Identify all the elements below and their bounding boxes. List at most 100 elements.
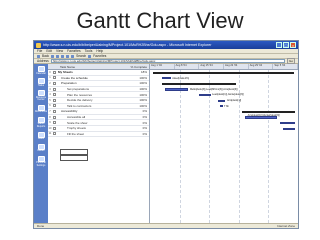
search-button[interactable]: Search — [76, 54, 86, 58]
maximize-button[interactable]: □ — [283, 42, 289, 48]
row-id: 0 — [49, 70, 51, 74]
page-content: Calendar Tasks Resource Center Documents Sta… — [34, 64, 298, 223]
row-checkbox[interactable] — [53, 87, 56, 91]
task-name-cell[interactable]: Set preparations — [57, 87, 129, 91]
nav-item-label: Personal Settings — [36, 161, 46, 167]
nav-item-resource-center[interactable]: Resource Center — [36, 90, 46, 102]
favorites-button[interactable]: Favorites — [93, 54, 106, 58]
percent-complete-cell[interactable]: 0% — [129, 121, 149, 125]
task-name-cell[interactable]: Create the schedule — [57, 76, 129, 80]
task-name-cell[interactable]: Accessibility — [57, 109, 129, 113]
bar-label: Leek[desk[1]],Jamie[desk[3]] — [212, 93, 244, 97]
row-checkbox[interactable] — [53, 132, 56, 136]
row-checkbox[interactable] — [53, 98, 56, 102]
task-name-cell[interactable]: Accessible all — [57, 115, 129, 119]
row-checkbox[interactable] — [53, 126, 56, 130]
menu-tools[interactable]: Tools — [85, 49, 93, 53]
status-text: Done — [37, 224, 45, 228]
minimize-button[interactable]: _ — [276, 42, 282, 48]
row-checkbox[interactable] — [53, 121, 56, 125]
task-bar[interactable] — [280, 121, 296, 125]
grid-empty-area — [48, 137, 149, 223]
timescale-column: Aug 22 '04 — [224, 64, 249, 69]
row-checkbox[interactable] — [53, 115, 56, 119]
empty-cell-box[interactable] — [60, 155, 88, 162]
row-checkbox[interactable] — [53, 81, 56, 85]
back-button[interactable]: Back — [42, 54, 49, 58]
row-id: 3 — [49, 87, 51, 91]
grid-rows: 0 My Sheets 18% 1 Create the schedule 100% 2 Pr… — [48, 70, 149, 138]
nav-item-tasks[interactable]: Tasks — [36, 78, 46, 87]
row-id: 6 — [49, 104, 51, 108]
percent-complete-cell[interactable]: 100% — [129, 98, 149, 102]
task-bar[interactable] — [161, 77, 171, 80]
bar-label: Arra[desk[1]] — [226, 99, 242, 102]
nav-item-calendar[interactable]: Calendar — [36, 66, 46, 75]
summary-bar[interactable] — [152, 71, 294, 74]
stop-icon[interactable] — [56, 54, 60, 58]
menu-help[interactable]: Help — [96, 49, 103, 53]
forward-icon[interactable] — [51, 54, 55, 58]
close-button[interactable]: × — [290, 42, 296, 48]
task-name-cell[interactable]: Fill the sheet — [57, 132, 129, 136]
percent-complete-cell[interactable]: 0% — [129, 132, 149, 136]
task-bar[interactable] — [164, 88, 189, 91]
row-id: 1 — [49, 76, 51, 80]
nav-item-label: Calendar — [36, 71, 46, 75]
summary-bar[interactable] — [161, 83, 236, 85]
gantt-chart: Aug 1 '04 Aug 8 '04 Aug 15 '04 Aug 22 '04 Au… — [150, 64, 298, 223]
percent-complete-cell[interactable]: 100% — [129, 81, 149, 85]
nav-item-issues[interactable]: Issues — [36, 143, 46, 153]
percent-complete-cell[interactable]: 18% — [129, 70, 149, 74]
home-icon[interactable] — [66, 54, 70, 58]
timescale-column: Sep 5 '04 — [273, 64, 298, 69]
row-checkbox[interactable] — [53, 93, 56, 97]
search-icon[interactable] — [71, 54, 75, 58]
percent-complete-cell[interactable]: 0% — [129, 109, 149, 113]
row-checkbox[interactable] — [53, 76, 56, 80]
header-percent-complete[interactable]: % Complete — [127, 65, 149, 69]
menu-favorites[interactable]: Favorites — [67, 49, 81, 53]
timescale-column: Aug 15 '04 — [199, 64, 225, 69]
task-name-cell[interactable]: Trophy sheets — [57, 126, 129, 130]
task-bar[interactable] — [219, 105, 223, 108]
address-input[interactable]: http://www.s.n.uis.edu/b/b/beiperiUalnin… — [50, 59, 285, 63]
percent-complete-cell[interactable]: 100% — [129, 93, 149, 97]
task-name-cell[interactable]: Scale the show — [57, 121, 129, 125]
week-gridline — [268, 70, 270, 223]
menu-file[interactable]: File — [37, 49, 42, 53]
refresh-icon[interactable] — [61, 54, 65, 58]
nav-item-risks[interactable]: Risks — [36, 131, 46, 141]
favorites-icon[interactable] — [88, 54, 92, 58]
nav-item-status-reports[interactable]: Status Reports — [36, 116, 46, 129]
bar-label: Mello[desk[3]],Leek[Mfrms[3]],Arra[desk[… — [189, 87, 238, 91]
nav-item-documents[interactable]: Documents — [35, 104, 47, 114]
task-bar[interactable] — [283, 127, 296, 130]
task-bar[interactable] — [198, 93, 211, 97]
header-task-name[interactable]: Task Name — [58, 65, 127, 69]
row-id: 5 — [49, 98, 51, 102]
row-checkbox[interactable] — [53, 104, 56, 108]
task-bar[interactable] — [218, 99, 226, 102]
row-checkbox[interactable] — [53, 70, 56, 74]
task-name-cell[interactable]: Decide the delivery — [57, 98, 129, 102]
timescale-column: Aug 29 '04 — [249, 64, 274, 69]
percent-complete-cell[interactable]: 100% — [129, 104, 149, 108]
task-name-cell[interactable]: Plan the resources — [57, 93, 129, 97]
row-checkbox[interactable] — [53, 109, 56, 113]
percent-complete-cell[interactable]: 0% — [129, 126, 149, 130]
back-icon[interactable] — [37, 54, 40, 58]
menu-edit[interactable]: Edit — [46, 49, 52, 53]
task-name-cell[interactable]: My Sheets — [57, 70, 129, 74]
percent-complete-cell[interactable]: 0% — [129, 115, 149, 119]
ie-icon — [36, 42, 41, 48]
task-name-cell[interactable]: Talk to contractors — [57, 104, 129, 108]
row-id: 7 — [49, 109, 51, 113]
percent-complete-cell[interactable]: 100% — [129, 76, 149, 80]
nav-item-personal-settings[interactable]: Personal Settings — [36, 155, 46, 168]
task-name-cell[interactable]: Preparation — [57, 81, 129, 85]
menu-view[interactable]: View — [56, 49, 63, 53]
summary-bar[interactable] — [241, 111, 296, 113]
timescale-column: Aug 8 '04 — [175, 64, 200, 69]
percent-complete-cell[interactable]: 100% — [129, 87, 149, 91]
